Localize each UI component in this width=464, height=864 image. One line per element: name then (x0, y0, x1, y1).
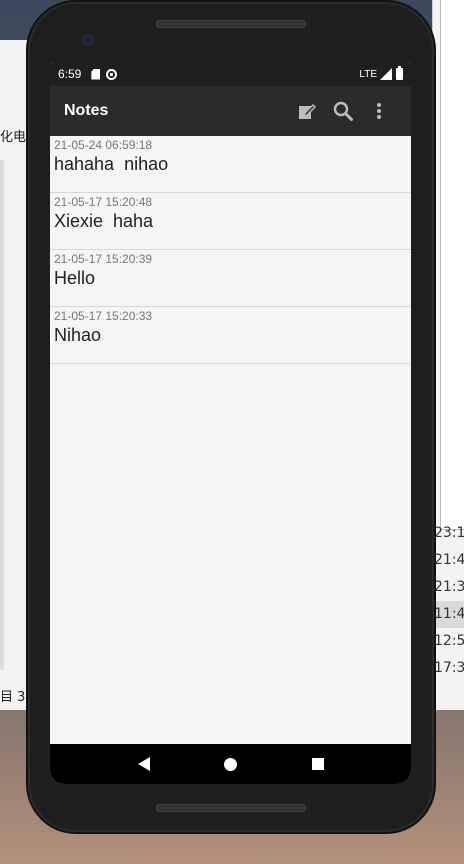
app-title: Notes (64, 102, 109, 119)
front-camera (82, 34, 94, 46)
phone-screen: 6:59 LTE Notes 21-05-24 06:59:18 hahaha … (50, 62, 411, 784)
note-title: hahaha nihao (54, 154, 169, 174)
overflow-menu-icon (376, 102, 382, 120)
signal-icon (380, 68, 392, 80)
phone-frame: 6:59 LTE Notes 21-05-24 06:59:18 hahaha … (30, 4, 432, 830)
network-type: LTE (359, 68, 377, 80)
note-date: 21-05-17 15:20:39 (54, 252, 153, 266)
note-list: 21-05-24 06:59:18 hahaha nihao 21-05-17 … (50, 136, 411, 364)
edit-note-icon (298, 102, 316, 120)
note-item[interactable]: 21-05-24 06:59:18 hahaha nihao (50, 136, 411, 193)
background-right-item: 23:1 (434, 525, 464, 541)
background-left-bottom-text: 目 36 (0, 690, 34, 705)
speaker-grille-bottom (156, 804, 306, 812)
background-right-item: 12:5 (434, 633, 464, 649)
note-title: Xiexie haha (54, 211, 154, 231)
status-time: 6:59 (58, 67, 82, 81)
sync-icon (106, 68, 118, 80)
background-right-list: 23:1 21:48 21:38 11:4 12:5 17:3 (430, 520, 464, 682)
status-indicators: LTE (359, 66, 403, 80)
search-button[interactable] (325, 93, 361, 129)
new-note-button[interactable] (289, 93, 325, 129)
search-icon (333, 101, 353, 121)
background-right-item: 21:38 (434, 579, 464, 595)
background-left-panel (0, 160, 4, 670)
sd-card-icon (91, 68, 101, 80)
speaker-grille-top (156, 20, 306, 28)
home-icon (224, 757, 237, 771)
note-title: Nihao (54, 325, 102, 345)
app-actions (289, 93, 397, 129)
note-item[interactable]: 21-05-17 15:20:48 Xiexie haha (50, 193, 411, 250)
recents-icon (311, 758, 324, 770)
back-icon (137, 757, 150, 771)
home-button[interactable] (216, 749, 246, 779)
background-window-right-inner (440, 0, 464, 530)
battery-icon (396, 66, 403, 80)
note-date: 21-05-24 06:59:18 (54, 138, 153, 152)
status-bar: 6:59 LTE (50, 62, 411, 86)
note-title: Hello (54, 268, 96, 288)
background-right-item: 11:4 (430, 601, 464, 628)
app-bar: Notes (50, 86, 411, 136)
recents-button[interactable] (303, 749, 333, 779)
note-date: 21-05-17 15:20:48 (54, 195, 153, 209)
note-item[interactable]: 21-05-17 15:20:33 Nihao (50, 307, 411, 364)
background-right-item: 21:48 (434, 552, 464, 568)
note-item[interactable]: 21-05-17 15:20:39 Hello (50, 250, 411, 307)
navigation-bar (50, 744, 411, 784)
background-right-item: 17:3 (434, 660, 464, 676)
note-date: 21-05-17 15:20:33 (54, 309, 153, 323)
back-button[interactable] (129, 749, 159, 779)
overflow-menu-button[interactable] (361, 93, 397, 129)
